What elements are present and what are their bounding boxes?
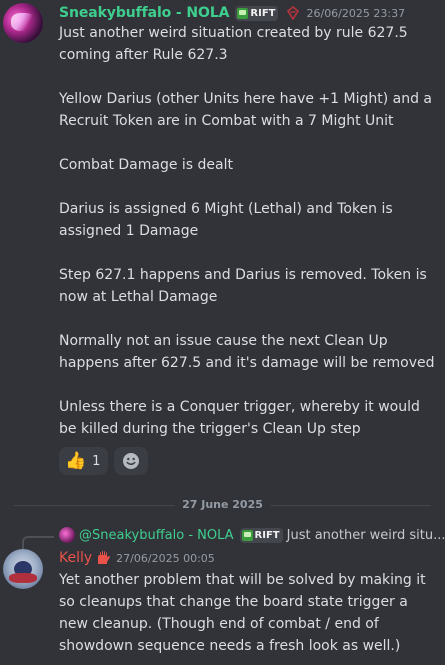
reactions-bar: 👍 1	[59, 447, 149, 475]
server-tag-icon	[241, 529, 253, 541]
user-avatar[interactable]	[3, 3, 43, 43]
server-tag-label: RIFT	[254, 529, 280, 541]
date-divider-label: 27 June 2025	[174, 498, 271, 511]
message-header: Sneakybuffalo - NOLA RIFT 26/06/2025 23:…	[59, 4, 405, 22]
reply-server-tag: RIFT	[239, 527, 283, 543]
reply-connector	[22, 536, 54, 550]
server-tag-icon	[237, 7, 249, 19]
reply-reference[interactable]: @Sneakybuffalo - NOLA RIFT Just another …	[59, 526, 445, 544]
smiley-icon	[123, 453, 140, 469]
server-tag-label: RIFT	[250, 7, 276, 19]
reply-username[interactable]: @Sneakybuffalo - NOLA	[79, 528, 234, 543]
message-text: Yet another problem that will be solved …	[59, 572, 426, 654]
message-timestamp: 27/06/2025 00:05	[116, 551, 215, 565]
message-text: Just another weird situation created by …	[59, 25, 435, 437]
server-tag-badge[interactable]: RIFT	[235, 5, 279, 21]
reaction-count: 1	[92, 453, 101, 469]
role-icon[interactable]	[96, 550, 112, 566]
reaction-thumbs-up[interactable]: 👍 1	[59, 447, 109, 475]
add-reaction-button[interactable]	[114, 447, 149, 475]
username[interactable]: Sneakybuffalo - NOLA	[59, 5, 230, 21]
username[interactable]: Kelly	[59, 550, 92, 566]
role-icon[interactable]	[286, 6, 300, 20]
user-avatar[interactable]	[3, 549, 43, 589]
reply-snippet[interactable]: Just another weird situ...	[287, 528, 445, 543]
message-timestamp: 26/06/2025 23:37	[306, 6, 406, 20]
reply-avatar	[59, 527, 75, 543]
message-header: Kelly 27/06/2025 00:05	[59, 549, 215, 567]
thumbs-up-icon: 👍	[65, 451, 87, 471]
